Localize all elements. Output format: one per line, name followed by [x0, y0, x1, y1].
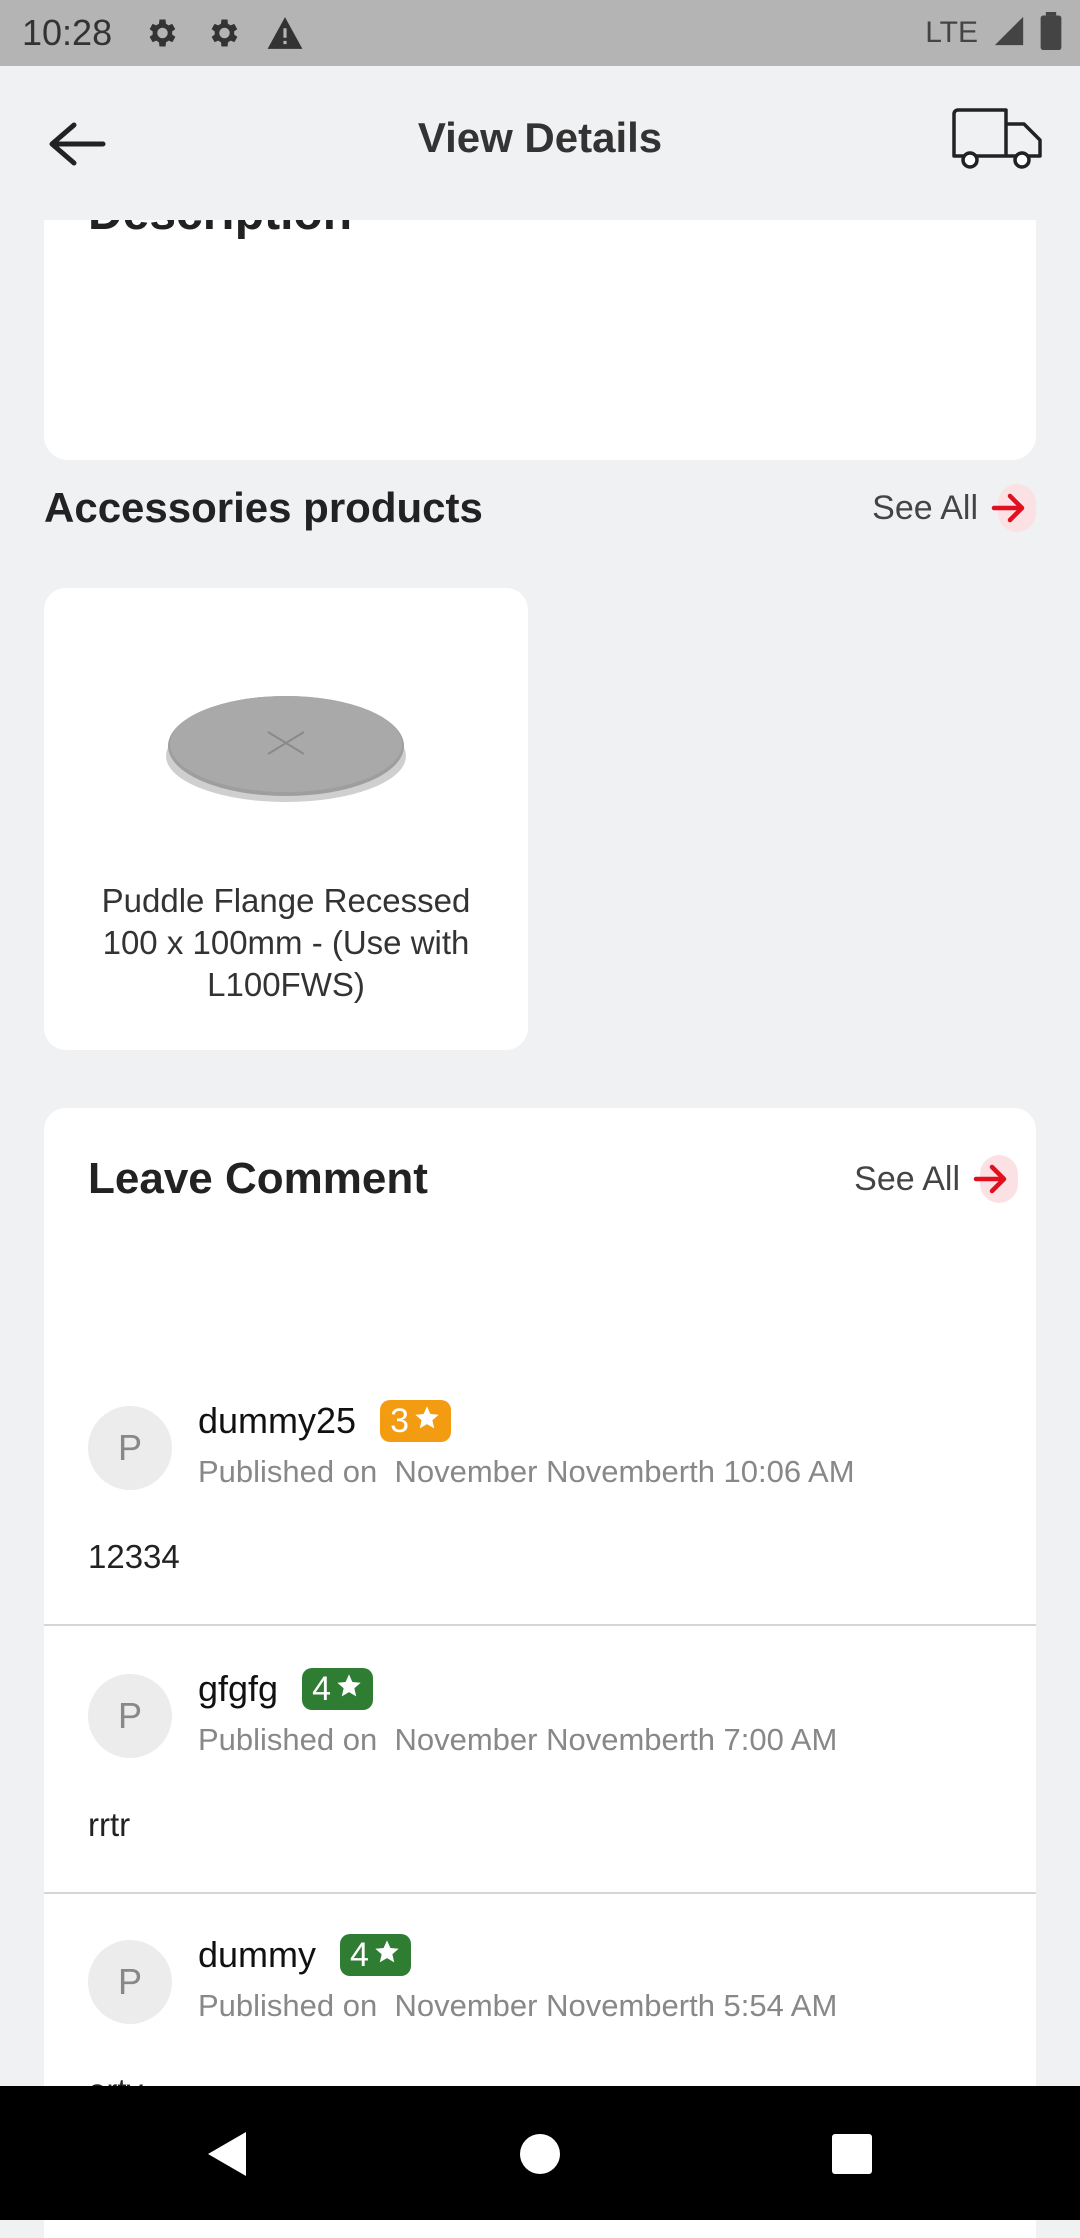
- system-nav-bar: [0, 2086, 1080, 2220]
- rating-badge: 4: [340, 1934, 411, 1976]
- comments-card: Leave Comment See All P dummy25 3 Publis…: [44, 1108, 1036, 2238]
- comments-see-all-button[interactable]: See All: [854, 1155, 1018, 1203]
- product-name: Puddle Flange Recessed 100 x 100mm - (Us…: [101, 882, 471, 1003]
- star-icon: [373, 1936, 401, 1975]
- warning-icon: [258, 6, 312, 60]
- comment-date: Published on November Novemberth 10:06 A…: [198, 1454, 855, 1489]
- rating-badge: 4: [302, 1668, 373, 1710]
- star-icon: [335, 1670, 363, 1709]
- nav-back-button[interactable]: [200, 2126, 256, 2182]
- product-card[interactable]: Puddle Flange Recessed 100 x 100mm - (Us…: [44, 588, 528, 1050]
- description-card: Description: [44, 220, 1036, 460]
- comment-text: rrtr: [88, 1806, 131, 1843]
- network-type: LTE: [925, 16, 978, 49]
- comment-text: 12334: [88, 1538, 180, 1575]
- description-title: Description: [88, 220, 352, 241]
- rating-badge: 3: [380, 1400, 451, 1442]
- delivery-button[interactable]: [950, 106, 1046, 180]
- avatar: P: [88, 1406, 172, 1490]
- comment-date: Published on November Novemberth 5:54 AM: [198, 1988, 838, 2023]
- comment-author: dummy25: [198, 1400, 357, 1441]
- gear-icon: [134, 6, 188, 60]
- app-bar: View Details: [0, 66, 1080, 220]
- comment-date: Published on November Novemberth 7:00 AM: [198, 1722, 838, 1757]
- status-bar: 10:28 LTE: [0, 0, 1080, 66]
- comments-title: Leave Comment: [88, 1154, 428, 1203]
- page-title: View Details: [417, 114, 663, 161]
- comment-author: gfgfg: [198, 1668, 279, 1709]
- arrow-right-icon: [970, 1155, 1018, 1203]
- battery-icon: [1040, 11, 1062, 55]
- gear-icon: [196, 6, 250, 60]
- star-icon: [413, 1402, 441, 1441]
- arrow-right-icon: [988, 484, 1036, 532]
- accessories-header: Accessories products See All: [44, 484, 1036, 532]
- truck-icon: [950, 108, 1046, 176]
- comment-author: dummy: [198, 1934, 317, 1975]
- accessories-title: Accessories products: [44, 484, 483, 531]
- product-image: [156, 674, 416, 814]
- accessories-see-all-button[interactable]: See All: [872, 484, 1036, 532]
- status-time: 10:28: [22, 12, 113, 53]
- comment-item: P dummy25 3 Published on November Novemb…: [44, 1358, 1036, 1626]
- see-all-label: See All: [854, 1159, 960, 1198]
- signal-icon: [992, 14, 1026, 53]
- comments-header: Leave Comment See All: [88, 1154, 1018, 1204]
- avatar: P: [88, 1674, 172, 1758]
- rating-value: 4: [312, 1669, 331, 1708]
- rating-value: 4: [350, 1935, 369, 1974]
- nav-home-button[interactable]: [512, 2126, 568, 2182]
- see-all-label: See All: [872, 488, 978, 527]
- nav-recents-button[interactable]: [824, 2126, 880, 2182]
- comment-item: P gfgfg 4 Published on November November…: [44, 1626, 1036, 1894]
- rating-value: 3: [390, 1401, 409, 1440]
- avatar: P: [88, 1940, 172, 2024]
